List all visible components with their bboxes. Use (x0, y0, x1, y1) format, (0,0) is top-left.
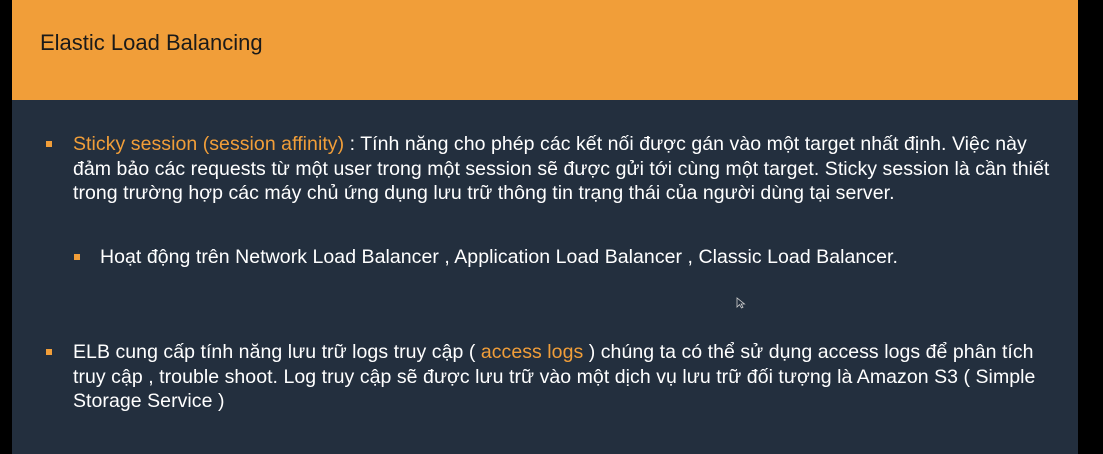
square-bullet-icon (46, 349, 52, 355)
bullet-text-access-logs-before: ELB cung cấp tính năng lưu trữ logs truy… (73, 341, 481, 363)
bullet-highlight-access-logs: access logs (480, 341, 584, 363)
slide-header-bar: Elastic Load Balancing (12, 0, 1078, 100)
bullet-access-logs: ELB cung cấp tính năng lưu trữ logs truy… (46, 340, 1063, 414)
square-bullet-icon (74, 254, 80, 260)
slide-title: Elastic Load Balancing (40, 30, 263, 55)
sub-bullet-text: Hoạt động trên Network Load Balancer , A… (100, 246, 898, 268)
bullet-sticky-session: Sticky session (session affinity) : Tính… (46, 132, 1063, 206)
sub-bullet-supported-balancers: Hoạt động trên Network Load Balancer , A… (74, 245, 1000, 270)
square-bullet-icon (46, 141, 52, 147)
bullet-highlight-sticky-session: Sticky session (session affinity) (73, 133, 345, 155)
arrow-cursor-icon (736, 297, 746, 309)
slide-body: Sticky session (session affinity) : Tính… (12, 100, 1078, 454)
presentation-slide: Elastic Load Balancing Sticky session (s… (12, 0, 1078, 454)
